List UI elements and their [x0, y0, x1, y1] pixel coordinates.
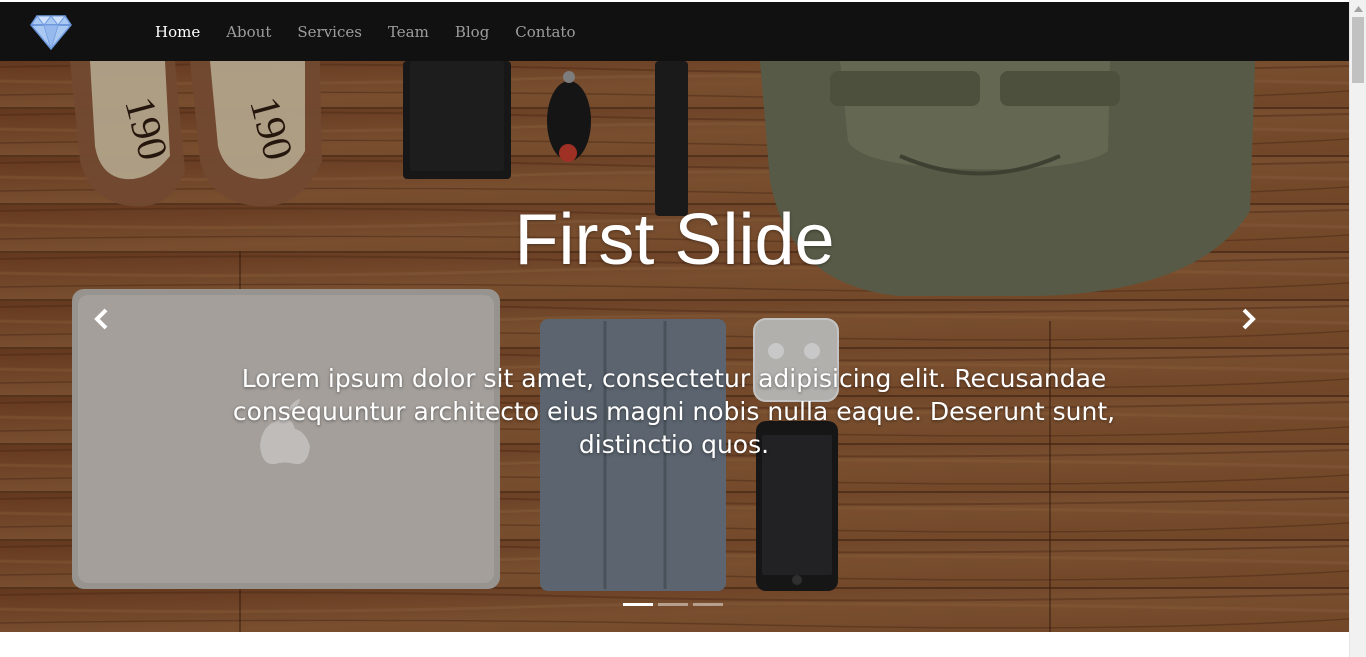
carousel-indicator-3[interactable] [693, 603, 723, 606]
nav-home[interactable]: Home [155, 23, 200, 41]
slide-caption: Lorem ipsum dolor sit amet, consectetur … [232, 364, 1116, 459]
nav-team[interactable]: Team [388, 23, 429, 41]
slide-background-image: 190 190 [0, 61, 1349, 632]
nav-services[interactable]: Services [297, 23, 362, 41]
carousel-prev-button[interactable] [82, 299, 122, 339]
chevron-left-icon [94, 308, 108, 330]
main-nav: Home About Services Team Blog Contato [155, 2, 602, 61]
carousel-indicator-2[interactable] [658, 603, 688, 606]
hero-carousel: 190 190 First Slide Lorem ipsum dolor si… [0, 61, 1349, 632]
vertical-scrollbar[interactable] [1349, 0, 1366, 657]
top-navbar: Home About Services Team Blog Contato [0, 2, 1349, 61]
nav-about[interactable]: About [226, 23, 271, 41]
carousel-indicators [623, 603, 723, 606]
scroll-up-arrow-icon[interactable] [1350, 0, 1366, 17]
scrollbar-thumb[interactable] [1352, 17, 1364, 83]
nav-contato[interactable]: Contato [515, 23, 575, 41]
slide-title: First Slide [514, 200, 835, 280]
brand-logo[interactable] [30, 13, 72, 51]
chevron-right-icon [1242, 308, 1256, 330]
diamond-icon [30, 15, 72, 51]
carousel-next-button[interactable] [1228, 299, 1268, 339]
page: Home About Services Team Blog Contato 19… [0, 0, 1349, 657]
nav-blog[interactable]: Blog [455, 23, 489, 41]
carousel-indicator-1[interactable] [623, 603, 653, 606]
